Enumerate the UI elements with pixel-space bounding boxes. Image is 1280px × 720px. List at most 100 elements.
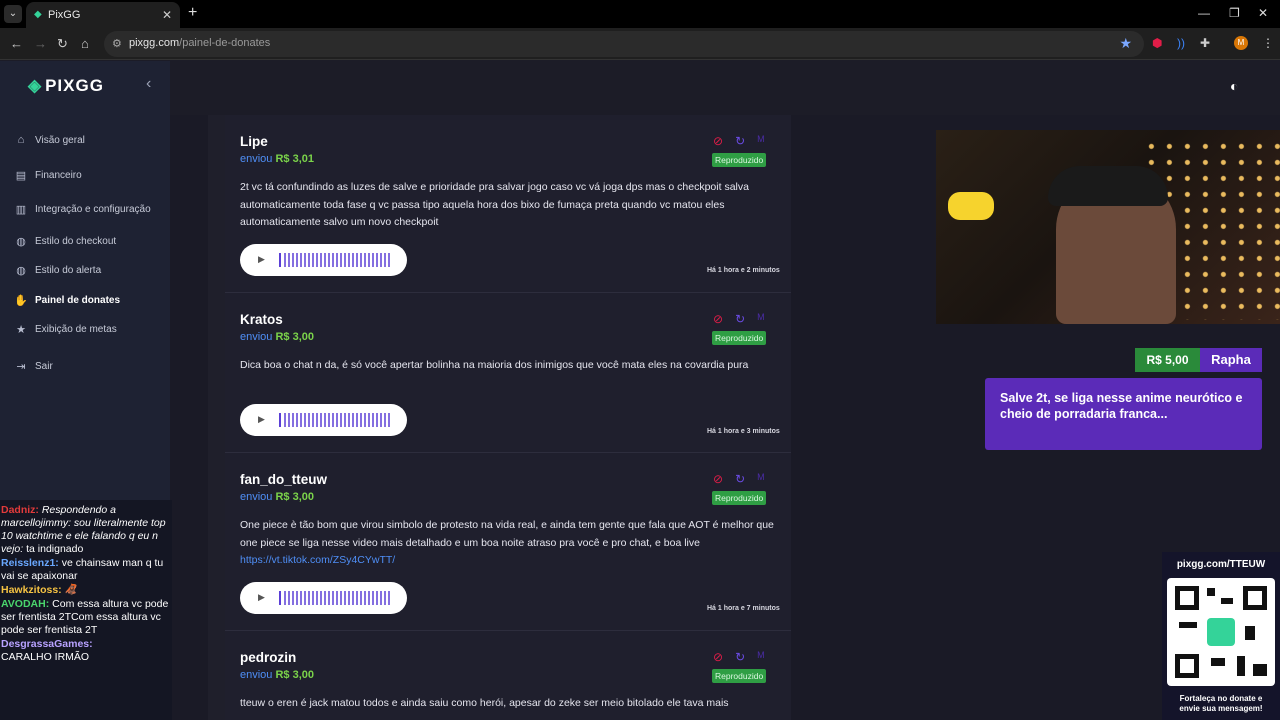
qr-module (1211, 658, 1225, 666)
sidebar-item-painel-donates[interactable]: ✋ Painel de donates (14, 290, 120, 310)
url-path: /painel-de-donates (179, 37, 271, 49)
window-close-icon[interactable]: ✕ (1258, 6, 1268, 20)
chat-nick: Dadniz: (1, 504, 39, 516)
play-icon[interactable]: ▶ (258, 592, 265, 603)
chat-text: 🦧 (64, 584, 78, 596)
donation-amount: R$ 3,00 (275, 669, 315, 681)
home-button-icon[interactable]: ⌂ (81, 36, 89, 51)
qr-code (1167, 578, 1275, 686)
chat-text: ta indignado (26, 543, 84, 555)
browser-menu-icon[interactable]: ⋮ (1262, 36, 1274, 50)
profile-avatar[interactable]: M (1234, 36, 1248, 50)
bookmark-star-icon[interactable]: ★ (1119, 35, 1132, 52)
replay-icon[interactable]: ↻ (735, 134, 745, 148)
player-cursor (279, 253, 281, 267)
sidebar-item-financeiro[interactable]: ▤ Financeiro (14, 165, 82, 185)
qr-caption-line1: Fortaleça no donate e (1179, 694, 1263, 703)
replay-icon[interactable]: ↻ (735, 472, 745, 486)
waveform[interactable] (284, 591, 392, 605)
replay-icon[interactable]: ↻ (735, 650, 745, 664)
sent-label: enviou (240, 153, 273, 165)
chat-text: CARALHO IRMÃO (1, 651, 90, 663)
waveform[interactable] (284, 253, 392, 267)
audio-player[interactable]: ▶ (240, 404, 407, 436)
minimize-icon[interactable]: — (1198, 6, 1210, 20)
qr-module (1245, 626, 1255, 640)
sidebar-item-visao-geral[interactable]: ⌂ Visão geral (14, 130, 85, 150)
donation-message: 2t vc tá confundindo as luzes de salve e… (240, 181, 749, 228)
site-info-icon[interactable]: ⚙ (112, 37, 122, 50)
logo-text: PIXGG (45, 76, 104, 95)
palette-icon: ◍ (16, 264, 26, 277)
message-text: One piece è tão bom que virou simbolo de… (240, 519, 774, 549)
block-icon[interactable]: ⊘ (713, 312, 723, 326)
close-tab-icon[interactable]: ✕ (162, 8, 172, 22)
block-icon[interactable]: ⊘ (713, 134, 723, 148)
sidebar-item-exibicao-metas[interactable]: ★ Exibição de metas (14, 319, 117, 339)
donation-sent: enviou R$ 3,01 (240, 153, 314, 165)
palette-icon: ◍ (16, 235, 26, 248)
donation-message: One piece è tão bom que virou simbolo de… (240, 517, 780, 570)
mute-icon[interactable]: M (757, 650, 765, 664)
address-bar[interactable]: ⚙ pixgg.com/painel-de-donates ★ (104, 31, 1144, 57)
donor-name: fan_do_tteuw (240, 472, 328, 487)
play-icon[interactable]: ▶ (258, 414, 265, 425)
donation-actions: ⊘ ↻ M (713, 312, 765, 326)
sent-label: enviou (240, 669, 273, 681)
audio-player[interactable]: ▶ (240, 582, 407, 614)
sidebar-item-label: Estilo do alerta (35, 264, 102, 276)
reload-icon[interactable]: ↻ (57, 36, 68, 52)
sidebar-item-integracao[interactable]: ▥ Integração e configuração (14, 199, 151, 219)
qr-module (1221, 598, 1233, 604)
sidebar-item-label: Estilo do checkout (35, 235, 117, 247)
pixgg-logo[interactable]: ◈ PIXGG (28, 76, 104, 96)
webcam-feed (936, 130, 1280, 324)
donation-sent: enviou R$ 3,00 (240, 331, 314, 343)
qr-caption: Fortaleça no donate e envie sua mensagem! (1162, 694, 1280, 714)
sidebar-item-label: Visão geral (35, 134, 85, 146)
url-text: pixgg.com/painel-de-donates (129, 37, 270, 49)
tab-title: PixGG (48, 9, 81, 21)
qr-module (1179, 622, 1197, 628)
replay-icon[interactable]: ↻ (735, 312, 745, 326)
chat-message: Dadniz: Respondendo a marcellojimmy: sou… (1, 504, 171, 556)
chat-message: AVODAH: Com essa altura vc pode ser fren… (1, 598, 171, 637)
block-icon[interactable]: ⊘ (713, 472, 723, 486)
sidebar-item-estilo-checkout[interactable]: ◍ Estilo do checkout (14, 231, 116, 251)
mute-icon[interactable]: M (757, 134, 765, 148)
play-icon[interactable]: ▶ (258, 254, 265, 265)
extension-audio-icon[interactable]: )) (1177, 36, 1185, 50)
qr-module (1237, 656, 1245, 676)
new-tab-icon[interactable]: + (188, 4, 197, 22)
mute-icon[interactable]: M (757, 312, 765, 326)
block-icon[interactable]: ⊘ (713, 650, 723, 664)
donation-time: Há 1 hora e 3 minutos (707, 428, 780, 435)
tab-search-button[interactable]: ⌄ (4, 5, 22, 23)
qr-finder (1175, 586, 1199, 610)
qr-overlay: pixgg.com/TTEUW Fortaleça no donate e env… (1162, 552, 1280, 720)
audio-player[interactable]: ▶ (240, 244, 407, 276)
message-link[interactable]: https://vt.tiktok.com/ZSy4CYwTT/ (240, 554, 395, 566)
donation-feed[interactable]: Lipe enviou R$ 3,01 ⊘ ↻ M Reproduzido 2t v… (225, 115, 791, 720)
url-host: pixgg.com (129, 37, 180, 49)
donation-card: Lipe enviou R$ 3,01 ⊘ ↻ M Reproduzido 2t v… (225, 115, 791, 293)
lamp-shape (948, 192, 994, 220)
extension-shield-icon[interactable]: ⬢ (1152, 36, 1162, 50)
restore-icon[interactable]: ❐ (1229, 6, 1240, 20)
collapse-sidebar-icon[interactable]: ‹ (146, 75, 151, 93)
back-icon[interactable]: ← (10, 36, 23, 51)
sidebar-item-estilo-alerta[interactable]: ◍ Estilo do alerta (14, 260, 101, 280)
extensions-puzzle-icon[interactable]: ✚ (1200, 36, 1210, 50)
status-badge: Reproduzido (712, 669, 767, 683)
chat-nick: AVODAH: (1, 598, 50, 610)
theme-toggle-icon[interactable]: ◐ (1230, 78, 1238, 94)
sidebar-item-sair[interactable]: ⇥ Sair (14, 356, 52, 376)
forward-icon[interactable]: → (34, 36, 47, 51)
donation-sent: enviou R$ 3,00 (240, 491, 314, 503)
mute-icon[interactable]: M (757, 472, 765, 486)
sidebar-item-label: Exibição de metas (35, 323, 117, 335)
donation-time: Há 1 hora e 2 minutos (707, 267, 780, 274)
browser-tab[interactable]: ◆ PixGG ✕ (26, 2, 180, 28)
waveform[interactable] (284, 413, 392, 427)
pixgg-favicon-icon: ◆ (34, 9, 42, 20)
